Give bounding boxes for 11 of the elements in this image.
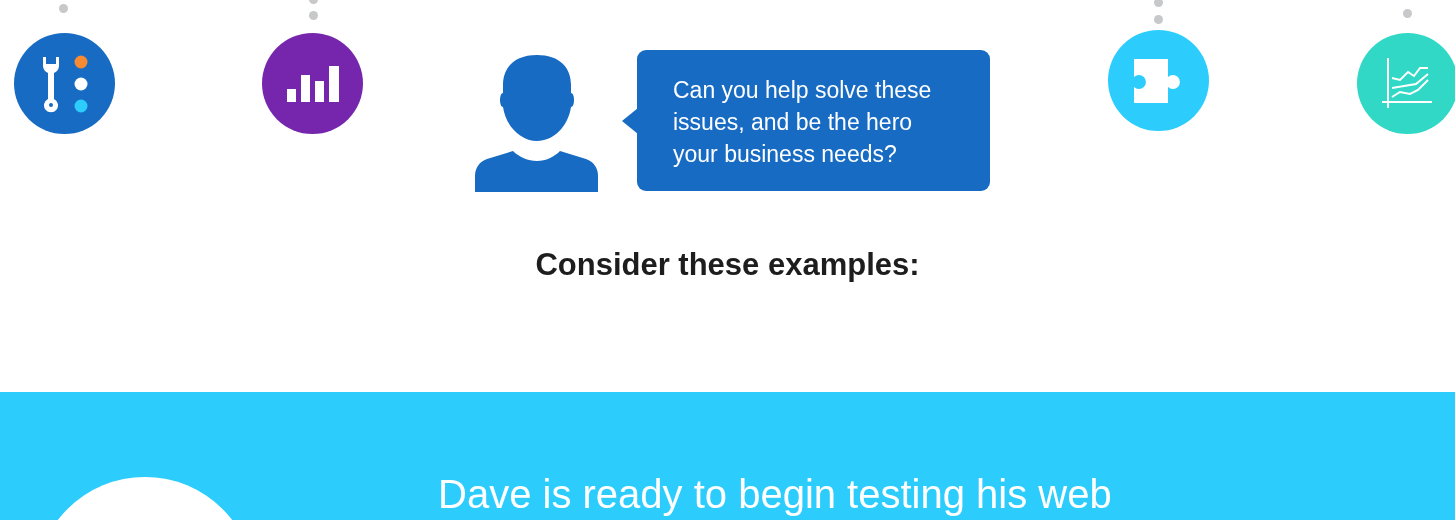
section-heading: Consider these examples:: [534, 247, 921, 283]
person-silhouette-icon: [475, 55, 598, 192]
bar-chart-icon: [286, 65, 339, 102]
connector-dot: [1154, 0, 1163, 7]
connector-dot: [1403, 9, 1412, 18]
line-chart-icon: [1381, 57, 1434, 110]
bubble-text: Can you help solve these issues, and be the hero your business needs?: [673, 76, 933, 169]
banner-headline: Dave is ready to begin testing his web: [438, 472, 1112, 517]
connector-dot: [309, 11, 318, 20]
connector-dot: [59, 4, 68, 13]
connector-dot: [1154, 15, 1163, 24]
